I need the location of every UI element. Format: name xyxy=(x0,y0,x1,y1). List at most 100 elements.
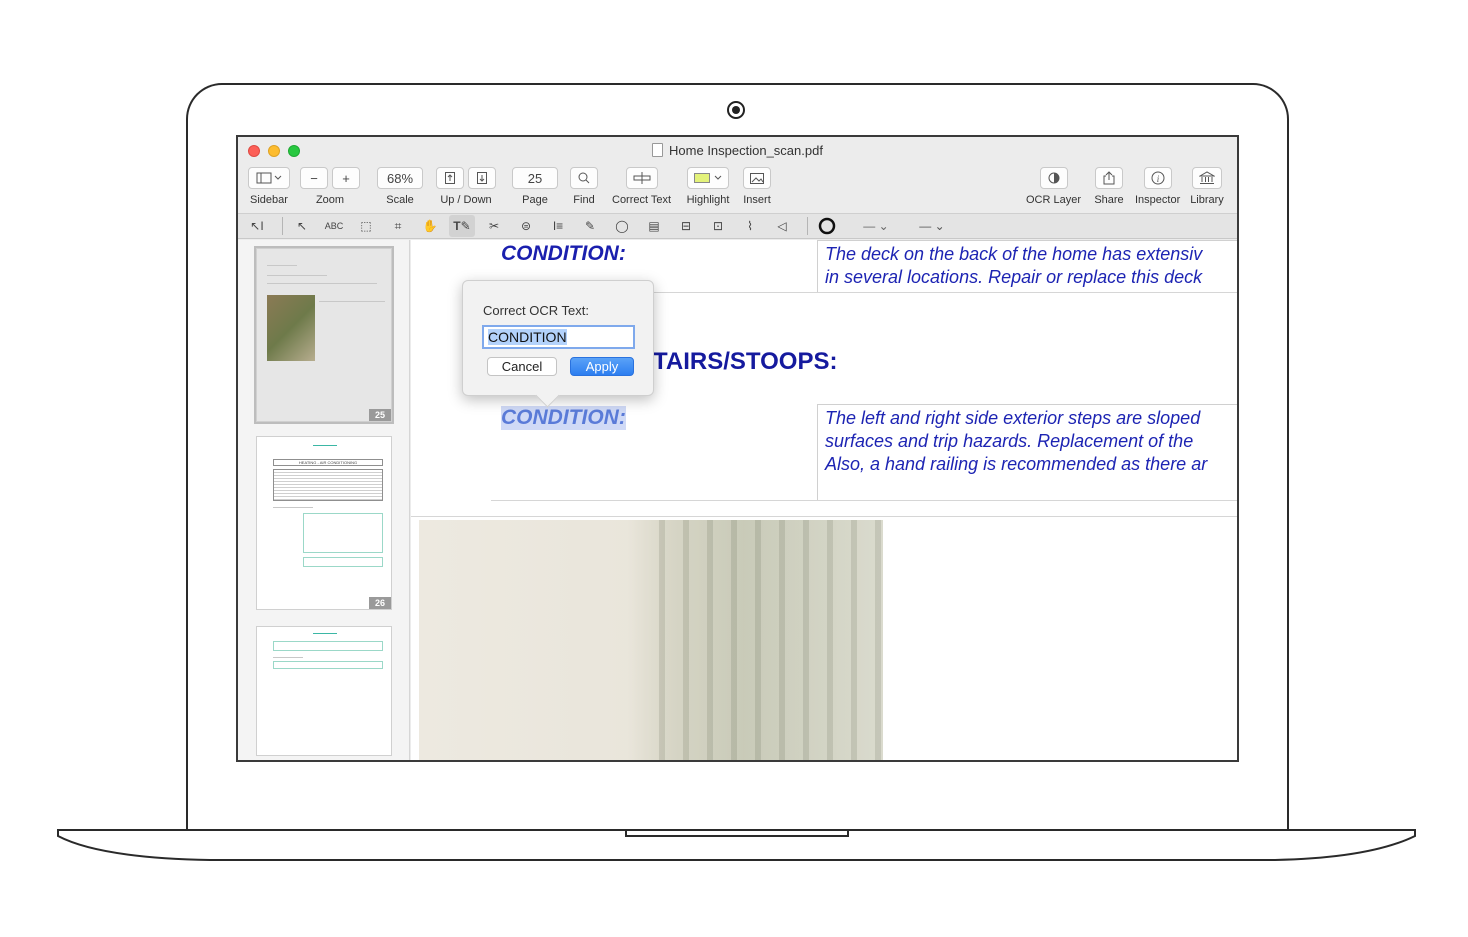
ocr-input-value: CONDITION xyxy=(488,329,567,345)
photo-stairs-region xyxy=(659,520,883,760)
main-toolbar: Sidebar − + Zoom 68% Scale Up / Down 25 … xyxy=(238,163,1237,213)
page-up-button[interactable] xyxy=(436,167,464,189)
scanned-photo xyxy=(419,520,883,760)
sidebar-group: Sidebar xyxy=(246,167,292,206)
zoom-group: − + Zoom xyxy=(298,167,362,206)
thumb-line xyxy=(313,445,337,446)
correct-text-group: Correct Text xyxy=(612,167,671,206)
selected-condition-label[interactable]: CONDITION: xyxy=(501,406,626,430)
pen-tool-icon[interactable]: ✎ xyxy=(577,215,603,237)
stairs-text-line[interactable]: surfaces and trip hazards. Replacement o… xyxy=(825,430,1193,453)
condition-label[interactable]: CONDITION: xyxy=(501,242,626,266)
thumb-line xyxy=(267,275,327,276)
find-group: Find xyxy=(568,167,600,206)
divider xyxy=(411,516,1237,517)
library-group: Library xyxy=(1190,167,1224,206)
thumb-table xyxy=(303,557,383,567)
thumb-table xyxy=(273,641,383,651)
page-thumbnail[interactable]: HEATING - AIR CONDITIONING 26 xyxy=(256,436,392,610)
attach-tool-icon[interactable]: ⌇ xyxy=(737,215,763,237)
library-icon xyxy=(1199,171,1215,184)
title-bar: Home Inspection_scan.pdf xyxy=(238,137,1237,163)
chevron-down-icon xyxy=(714,175,722,180)
note-tool-icon[interactable]: ▤ xyxy=(641,215,667,237)
page-thumbnail[interactable]: 25 xyxy=(254,246,394,424)
box-tool-icon[interactable]: ⊡ xyxy=(705,215,731,237)
window-controls xyxy=(248,145,300,157)
hand-tool-icon[interactable]: ✋ xyxy=(417,215,443,237)
cancel-button[interactable]: Cancel xyxy=(487,357,557,376)
page-number-field[interactable]: 25 xyxy=(512,167,558,189)
stairs-text-line[interactable]: The left and right side exterior steps a… xyxy=(825,407,1200,430)
deck-text-line[interactable]: in several locations. Repair or replace … xyxy=(825,266,1202,289)
ocr-text-tool-icon[interactable]: ABC xyxy=(321,215,347,237)
ocr-text-input[interactable]: CONDITION xyxy=(482,325,635,349)
find-label: Find xyxy=(573,194,595,206)
thumb-line xyxy=(267,265,297,266)
updown-group: Up / Down xyxy=(434,167,498,206)
text-edit-tool-icon[interactable]: T✎ xyxy=(449,215,475,237)
text-select-tool-icon[interactable]: ↖I xyxy=(244,215,270,237)
insert-button[interactable] xyxy=(743,167,771,189)
correct-text-button[interactable] xyxy=(625,167,658,189)
thumb-line xyxy=(319,301,385,302)
library-button[interactable] xyxy=(1192,167,1222,189)
scale-field[interactable]: 68% xyxy=(377,167,423,189)
zoom-in-button[interactable]: + xyxy=(332,167,360,189)
share-label: Share xyxy=(1094,194,1124,206)
updown-label: Up / Down xyxy=(440,194,492,206)
inspector-group: i Inspector xyxy=(1135,167,1180,206)
form-tool-icon[interactable]: ⊟ xyxy=(673,215,699,237)
arrow-down-icon xyxy=(477,172,487,184)
page-label: Page xyxy=(522,194,548,206)
ocr-layer-icon xyxy=(1048,172,1060,184)
share-group: Share xyxy=(1093,167,1125,206)
thumb-page-number: 25 xyxy=(368,409,391,421)
scale-label: Scale xyxy=(386,194,414,206)
apply-button[interactable]: Apply xyxy=(570,357,634,376)
stamp-tool-icon[interactable]: ⊜ xyxy=(513,215,539,237)
highlight-button[interactable] xyxy=(687,167,729,189)
svg-text:i: i xyxy=(1156,174,1159,184)
page-down-button[interactable] xyxy=(468,167,496,189)
comment-tool-icon[interactable]: ◯ xyxy=(609,215,635,237)
info-icon: i xyxy=(1151,171,1165,185)
audio-tool-icon[interactable]: ◁ xyxy=(769,215,795,237)
page-group: 25 Page xyxy=(510,167,560,206)
find-button[interactable] xyxy=(570,167,598,189)
insert-label: Insert xyxy=(743,194,771,206)
app-window: Home Inspection_scan.pdf Sidebar − + Zoo… xyxy=(236,135,1239,762)
close-window-button[interactable] xyxy=(248,145,260,157)
line-style-icon[interactable]: — ⌄ xyxy=(912,215,952,237)
minimize-window-button[interactable] xyxy=(268,145,280,157)
highlight-label: Highlight xyxy=(686,194,730,206)
share-button[interactable] xyxy=(1095,167,1123,189)
insert-group: Insert xyxy=(741,167,773,206)
text-field-tool-icon[interactable]: I≡ xyxy=(545,215,571,237)
sidebar-toggle-button[interactable] xyxy=(248,167,290,189)
pointer-tool-icon[interactable]: ↖ xyxy=(289,215,315,237)
zoom-label: Zoom xyxy=(315,194,345,206)
page-thumbnail[interactable] xyxy=(256,626,392,756)
thumb-text-block xyxy=(273,469,383,501)
thumb-table xyxy=(303,513,383,553)
thumb-page-number: 26 xyxy=(368,597,391,609)
section-heading[interactable]: TAIRS/STOOPS: xyxy=(653,348,837,376)
inspector-label: Inspector xyxy=(1135,194,1181,206)
redact-tool-icon[interactable]: ✂ xyxy=(481,215,507,237)
library-label: Library xyxy=(1190,194,1224,206)
zoom-window-button[interactable] xyxy=(288,145,300,157)
arrow-up-icon xyxy=(445,172,455,184)
thumb-line xyxy=(267,283,377,284)
ocr-layer-button[interactable] xyxy=(1039,167,1068,189)
stroke-color-icon[interactable] xyxy=(814,215,840,237)
search-icon xyxy=(578,172,590,184)
inspector-button[interactable]: i xyxy=(1143,167,1172,189)
deck-text-line[interactable]: The deck on the back of the home has ext… xyxy=(825,243,1202,266)
stairs-text-line[interactable]: Also, a hand railing is recommended as t… xyxy=(825,453,1207,476)
fill-color-icon[interactable]: — ⌄ xyxy=(846,215,906,237)
crop-tool-icon[interactable]: ⌗ xyxy=(385,215,411,237)
popover-title: Correct OCR Text: xyxy=(483,303,589,318)
rect-select-tool-icon[interactable]: ⬚ xyxy=(353,215,379,237)
zoom-out-button[interactable]: − xyxy=(300,167,328,189)
